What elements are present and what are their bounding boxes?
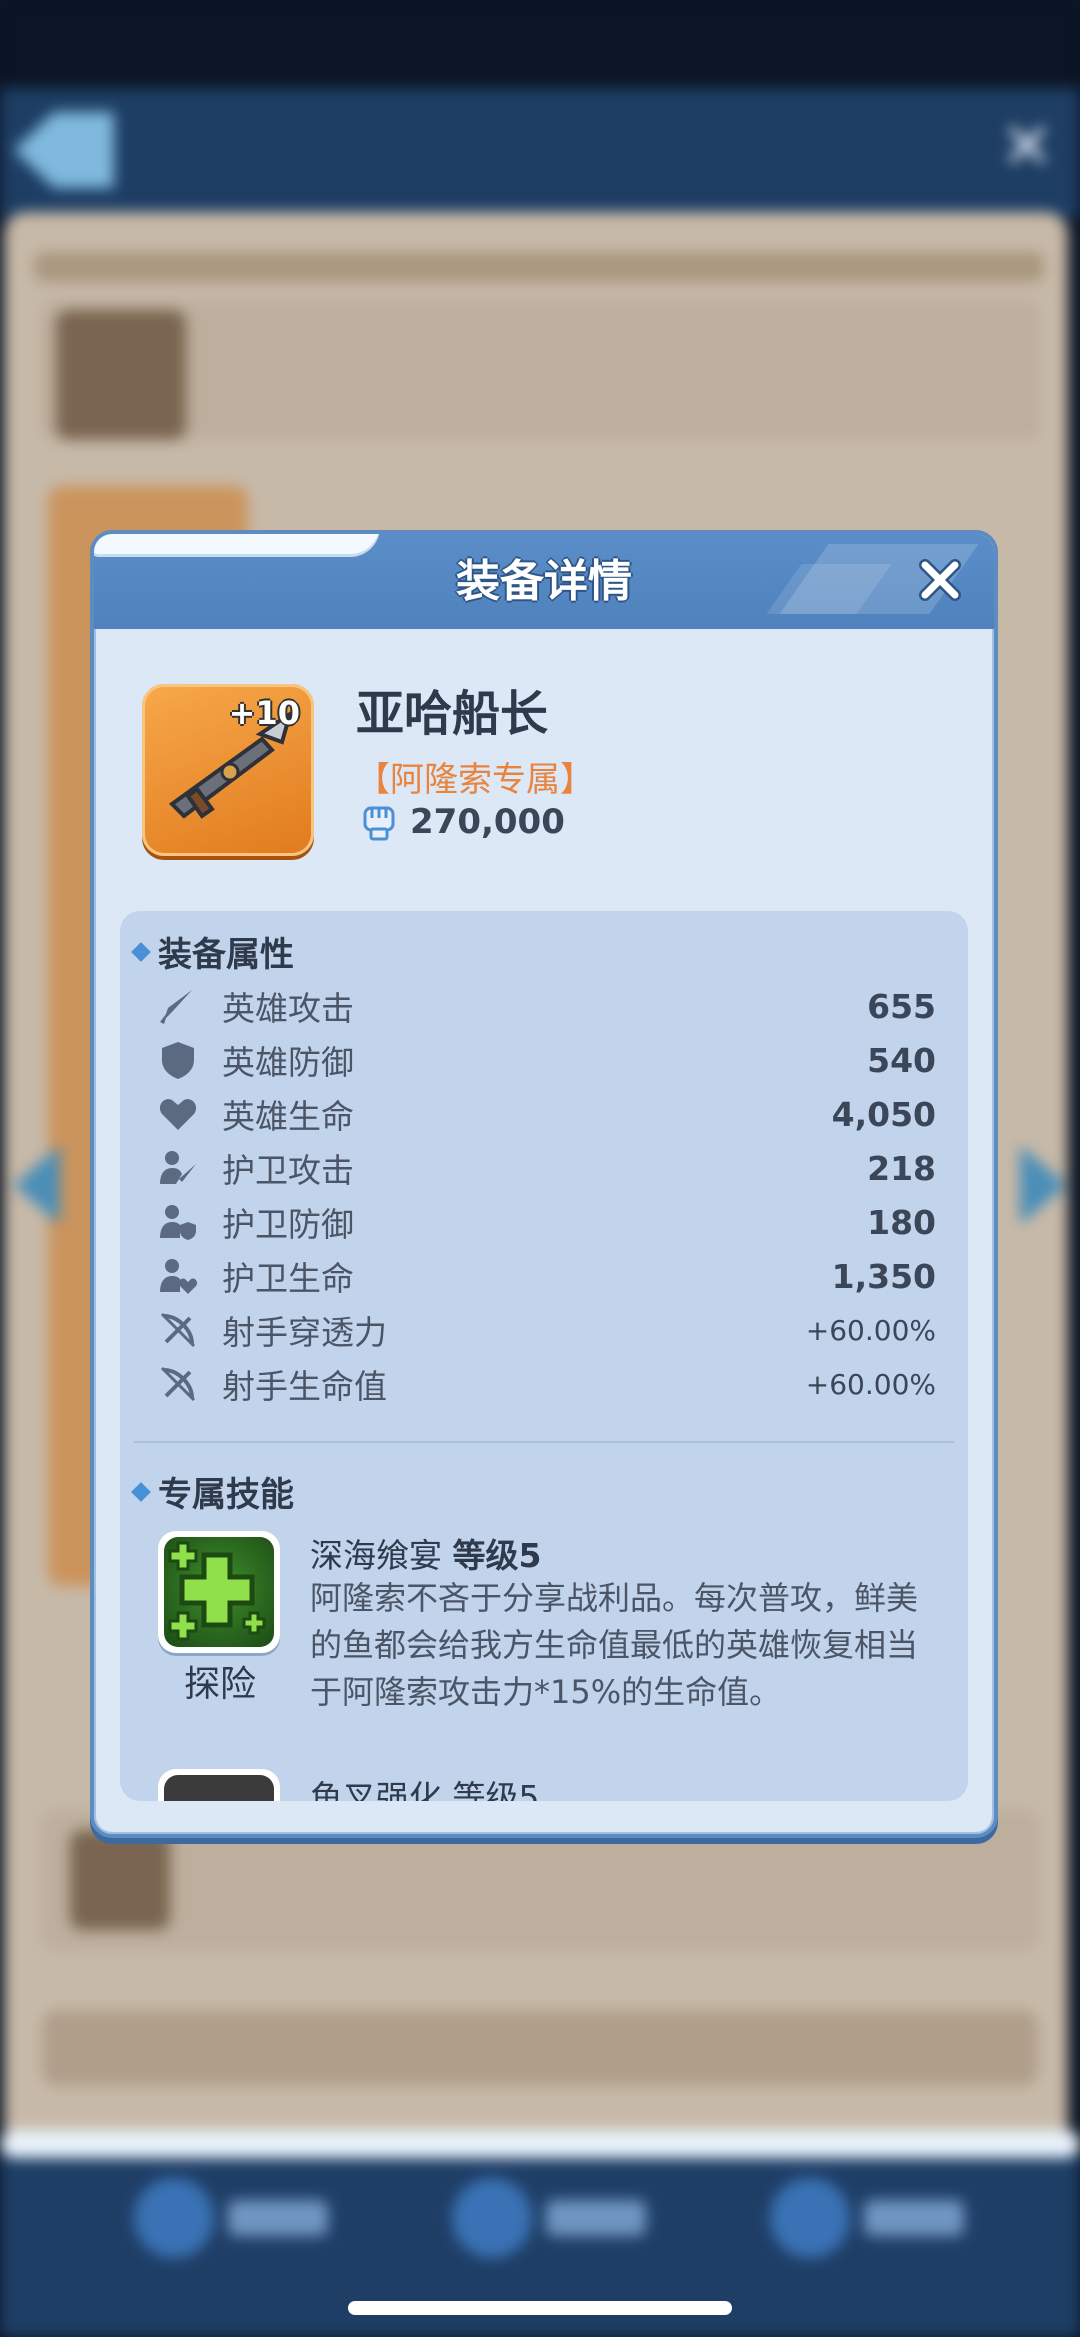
enhance-level-badge: +10 — [228, 694, 300, 732]
stat-label: 射手穿透力 — [222, 1313, 387, 1352]
background-row — [40, 300, 1040, 440]
stat-value: 655 — [867, 986, 936, 1026]
diamond-bullet-icon — [131, 941, 151, 962]
power-value: 270,000 — [410, 802, 565, 842]
background-tab-icon — [452, 2178, 532, 2258]
background-avatar — [70, 1830, 170, 1930]
skills-section-title: 专属技能 — [131, 1467, 294, 1516]
item-name: 亚哈船长 — [356, 686, 549, 742]
stat-row-archer-health: 射手生命值 +60.00% — [156, 1357, 936, 1411]
background-snow-edge — [0, 2130, 1080, 2158]
details-panel[interactable]: 装备属性 英雄攻击 655 英雄防御 540 英雄生命 4,050 护卫攻击 2… — [120, 911, 968, 1801]
background-avatar — [56, 310, 186, 440]
equipment-icon: +10 — [142, 684, 314, 856]
background-button — [42, 2010, 1038, 2086]
skill2-name: 鱼叉强化 等级5 — [310, 1778, 540, 1801]
background-tab-icon — [134, 2178, 214, 2258]
stat-row-guard-defense: 护卫防御 180 — [156, 1195, 936, 1249]
background-tab-label — [228, 2200, 328, 2236]
exclusive-tag: 【阿隆索专属】 — [356, 760, 594, 800]
crossed-bow-icon — [156, 1362, 200, 1406]
skill2-icon-frame[interactable] — [158, 1769, 280, 1801]
skill-description: 阿隆索不吝于分享战利品。每次普攻，鲜美的鱼都会给我方生命值最低的英雄恢复相当于阿… — [310, 1579, 919, 1711]
stat-row-archer-penetration: 射手穿透力 +60.00% — [156, 1303, 936, 1357]
stat-label: 护卫攻击 — [222, 1151, 354, 1190]
attributes-section-title: 装备属性 — [131, 927, 294, 976]
stat-row-hero-attack: 英雄攻击 655 — [156, 979, 936, 1033]
skill-name-row: 深海飨宴 等级5 — [310, 1529, 541, 1577]
background-close-icon: ✕ — [1000, 110, 1054, 184]
stat-row-guard-attack: 护卫攻击 218 — [156, 1141, 936, 1195]
heart-icon — [156, 1092, 200, 1136]
stat-value: 540 — [867, 1040, 936, 1080]
close-button[interactable] — [906, 546, 974, 614]
skill-tag: 探险 — [183, 1664, 256, 1705]
skill-name: 深海飨宴 — [310, 1536, 442, 1575]
background-tab-label — [546, 2200, 646, 2236]
stat-label: 英雄生命 — [222, 1097, 354, 1136]
background-header — [0, 88, 1080, 218]
stat-label: 英雄攻击 — [222, 989, 354, 1028]
section-divider — [134, 1441, 954, 1443]
guard-defense-icon — [156, 1200, 200, 1244]
stat-value: 218 — [867, 1148, 936, 1188]
skill-icon-frame[interactable] — [158, 1531, 280, 1653]
stat-value: 180 — [867, 1202, 936, 1242]
stat-label: 英雄防御 — [222, 1043, 354, 1082]
guard-health-icon — [156, 1254, 200, 1298]
stat-label: 射手生命值 — [222, 1367, 387, 1406]
heal-cross-icon — [164, 1537, 274, 1647]
harpoon-skill-icon — [164, 1775, 274, 1801]
background-bar — [34, 252, 1044, 282]
stat-label: 护卫防御 — [222, 1205, 354, 1244]
power-row: 270,000 — [362, 802, 565, 842]
background-tab-icon — [770, 2178, 850, 2258]
home-indicator[interactable] — [348, 2301, 732, 2315]
stat-row-hero-defense: 英雄防御 540 — [156, 1033, 936, 1087]
sword-icon — [156, 984, 200, 1028]
diamond-bullet-icon — [131, 1481, 151, 1502]
stat-value: 1,350 — [831, 1256, 936, 1296]
stat-value: 4,050 — [831, 1094, 936, 1134]
modal-title: 装备详情 — [456, 556, 632, 607]
background-tab-label — [864, 2200, 964, 2236]
stat-row-guard-health: 护卫生命 1,350 — [156, 1249, 936, 1303]
stat-label: 护卫生命 — [222, 1259, 354, 1298]
shield-icon — [156, 1038, 200, 1082]
fist-power-icon — [363, 806, 395, 841]
stat-value: +60.00% — [805, 1313, 936, 1347]
stat-value: +60.00% — [805, 1367, 936, 1401]
close-icon — [919, 559, 961, 601]
skills-title-text: 专属技能 — [158, 1475, 294, 1515]
stat-row-hero-health: 英雄生命 4,050 — [156, 1087, 936, 1141]
guard-attack-icon — [156, 1146, 200, 1190]
attributes-title-text: 装备属性 — [158, 935, 294, 975]
skill-level: 等级5 — [452, 1536, 542, 1575]
crossed-bow-icon — [156, 1308, 200, 1352]
equipment-detail-modal: 装备详情 +10 亚哈船长 【阿隆索专属】 270,000 装备属性 英雄攻击 … — [90, 530, 998, 1838]
status-bar-area — [0, 0, 1080, 90]
